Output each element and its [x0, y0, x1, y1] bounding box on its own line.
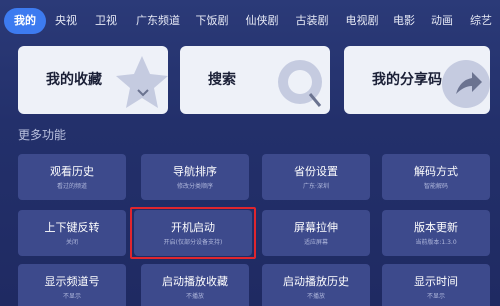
search-button[interactable]: 搜索 [180, 46, 330, 114]
card-subtitle: 不显示 [62, 293, 81, 300]
card-decoder[interactable]: 解码方式 智能解码 [382, 154, 490, 200]
card-play-history-on-start[interactable]: 启动播放历史 不播放 [262, 264, 370, 306]
tab-mine[interactable]: 我的 [4, 8, 46, 34]
tab-xianxia-drama[interactable]: 仙侠剧 [242, 8, 282, 34]
share-code-button[interactable]: 我的分享码 [344, 46, 490, 114]
tab-movies[interactable]: 电影 [390, 8, 418, 34]
card-title: 观看历史 [50, 165, 94, 178]
card-subtitle: 当前版本:1.3.0 [415, 239, 457, 246]
tab-animation[interactable]: 动画 [428, 8, 456, 34]
card-show-time[interactable]: 显示时间 不显示 [382, 264, 490, 306]
card-play-favorites-on-start[interactable]: 启动播放收藏 不播放 [141, 264, 249, 306]
card-updown-reverse[interactable]: 上下键反转 关闭 [18, 210, 126, 256]
card-subtitle: 智能解码 [423, 183, 448, 190]
card-watch-history[interactable]: 观看历史 看过的频道 [18, 154, 126, 200]
card-title: 屏幕拉伸 [294, 221, 338, 234]
card-subtitle: 不显示 [426, 293, 445, 300]
card-title: 显示频道号 [44, 275, 100, 288]
tab-satellite[interactable]: 卫视 [92, 8, 120, 34]
card-subtitle: 不播放 [185, 293, 204, 300]
card-title: 导航排序 [173, 165, 217, 178]
search-icon [278, 60, 322, 107]
card-subtitle: 适应屏幕 [303, 239, 328, 246]
card-screen-stretch[interactable]: 屏幕拉伸 适应屏幕 [262, 210, 370, 256]
card-subtitle: 关闭 [65, 239, 78, 246]
tab-xiafan-drama[interactable]: 下饭剧 [192, 8, 232, 34]
card-subtitle: 看过的频道 [56, 183, 87, 190]
card-title: 启动播放收藏 [162, 275, 228, 288]
card-title: 启动播放历史 [283, 275, 349, 288]
card-title: 显示时间 [414, 275, 458, 288]
favorites-button[interactable]: 我的收藏 [18, 46, 168, 114]
card-title: 解码方式 [414, 165, 458, 178]
star-icon [116, 56, 168, 108]
tab-guangdong[interactable]: 广东频道 [132, 8, 184, 34]
card-title: 省份设置 [294, 165, 338, 178]
card-title: 上下键反转 [44, 221, 100, 234]
card-subtitle: 不播放 [306, 293, 325, 300]
tab-tv-series[interactable]: 电视剧 [342, 8, 382, 34]
card-province[interactable]: 省份设置 广东·深圳 [262, 154, 370, 200]
search-label: 搜索 [208, 72, 236, 88]
card-version-update[interactable]: 版本更新 当前版本:1.3.0 [382, 210, 490, 256]
section-title: 更多功能 [18, 128, 67, 142]
card-nav-sort[interactable]: 导航排序 修改分类顺序 [141, 154, 249, 200]
tab-variety[interactable]: 综艺 [466, 8, 496, 34]
tab-costume-drama[interactable]: 古装剧 [292, 8, 332, 34]
share-icon [442, 60, 490, 108]
tab-cctv[interactable]: 央视 [52, 8, 80, 34]
category-tab-bar: 我的 央视 卫视 广东频道 下饭剧 仙侠剧 古装剧 电视剧 电影 动画 综艺 [0, 8, 500, 34]
card-title: 版本更新 [414, 221, 458, 234]
focus-highlight [130, 207, 256, 259]
card-subtitle: 广东·深圳 [303, 183, 329, 190]
card-subtitle: 修改分类顺序 [176, 183, 213, 190]
card-show-channel-number[interactable]: 显示频道号 不显示 [18, 264, 126, 306]
